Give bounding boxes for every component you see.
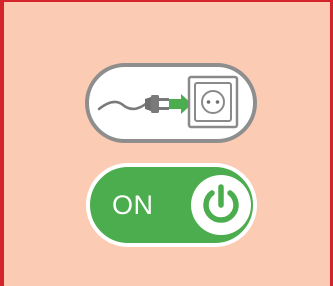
power-toggle[interactable]: ON [86, 163, 257, 247]
power-icon [203, 184, 239, 223]
plug-status-indicator[interactable] [85, 63, 257, 143]
toggle-state-label: ON [112, 190, 154, 220]
background-panel: ON [0, 0, 333, 286]
toggle-knob[interactable] [191, 175, 251, 235]
plug-into-socket-icon [97, 75, 239, 129]
